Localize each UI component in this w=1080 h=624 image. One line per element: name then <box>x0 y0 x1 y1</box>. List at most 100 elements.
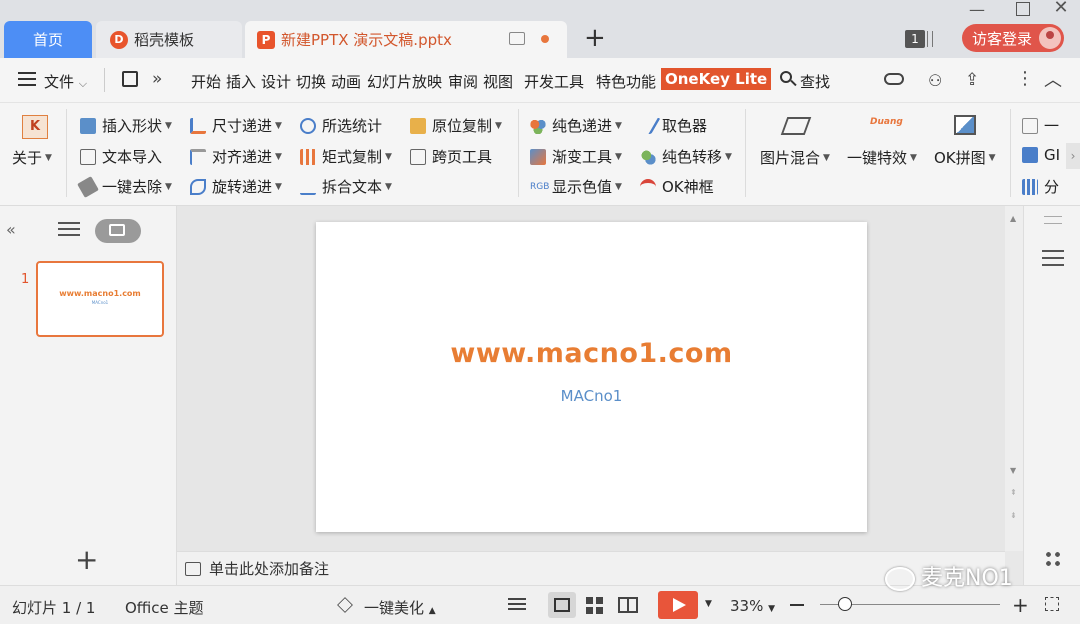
ok-collage-button[interactable]: OK拼图 ▼ <box>934 147 996 168</box>
onekey-logo-icon[interactable]: K <box>22 115 48 139</box>
current-slide[interactable]: www.macno1.com MACno1 <box>316 222 867 532</box>
normal-view-button[interactable] <box>548 592 576 618</box>
pure-color-step-button[interactable]: 纯色递进 ▼ <box>530 115 622 136</box>
editing-canvas: www.macno1.com MACno1 <box>177 206 1005 551</box>
slide-title[interactable]: www.macno1.com <box>316 338 867 369</box>
tab-document[interactable]: P 新建PPTX 演示文稿.pptx <box>245 21 567 58</box>
next-slide-icon[interactable]: ⇟ <box>1010 511 1017 520</box>
avatar <box>1039 27 1061 49</box>
partial-button-2[interactable]: GI <box>1022 146 1060 164</box>
one-key-effect-button[interactable]: 一键特效 ▼ <box>847 147 917 168</box>
hamburger-icon[interactable] <box>18 72 36 86</box>
note-icon <box>185 561 201 576</box>
notes-area[interactable]: 单击此处添加备注 <box>177 551 1005 585</box>
slide-subtitle[interactable]: MACno1 <box>316 387 867 405</box>
magnifier-icon <box>300 117 316 134</box>
zoom-in-icon[interactable]: + <box>1012 595 1029 615</box>
title-bar: 首页 D 稻壳模板 P 新建PPTX 演示文稿.pptx + — ✕ 1 访客登… <box>0 0 1080 58</box>
zoom-out-icon[interactable] <box>790 604 804 606</box>
copy-in-place-button[interactable]: 原位复制 ▼ <box>410 115 502 136</box>
scroll-down-icon[interactable]: ▼ <box>1010 466 1016 475</box>
wechat-icon <box>885 567 915 591</box>
menu-onekey-lite[interactable]: OneKey Lite <box>661 68 772 90</box>
thumbnail-title: www.macno1.com <box>59 289 141 298</box>
collapse-ribbon-icon[interactable]: ︿ <box>1044 66 1062 92</box>
menu-start[interactable]: 开始 <box>191 71 221 92</box>
one-key-remove-button[interactable]: 一键去除 ▼ <box>77 175 172 198</box>
gradient-tool-button[interactable]: 渐变工具 ▼ <box>530 146 622 167</box>
search-icon-handle <box>790 79 797 87</box>
menu-review[interactable]: 审阅 <box>448 71 478 92</box>
share-icon[interactable]: ⇪ <box>965 70 985 90</box>
search-label[interactable]: 查找 <box>800 71 830 92</box>
tab-document-label: 新建PPTX 演示文稿.pptx <box>281 31 452 49</box>
add-tab-button[interactable]: + <box>584 24 606 52</box>
guest-login-button[interactable]: 访客登录 <box>962 24 1064 52</box>
scroll-up-icon[interactable]: ▲ <box>1010 214 1016 223</box>
menu-transition[interactable]: 切换 <box>296 71 326 92</box>
tab-template[interactable]: D 稻壳模板 <box>96 21 242 58</box>
menu-slideshow[interactable]: 幻灯片放映 <box>367 71 442 92</box>
sorter-view-icon[interactable] <box>586 597 604 615</box>
tab-home[interactable]: 首页 <box>4 21 92 58</box>
insert-shape-button[interactable]: 插入形状 ▼ <box>80 115 172 136</box>
watermark: 麦克NO1 <box>885 560 1013 592</box>
selected-stats-button[interactable]: 所选统计 <box>300 115 382 136</box>
rotate-step-button[interactable]: 旋转递进 ▼ <box>190 176 282 197</box>
maximize-icon[interactable] <box>1016 2 1030 16</box>
add-slide-button[interactable]: + <box>75 546 98 574</box>
one-key-beautify-button[interactable]: 一键美化 ▲ <box>364 597 436 618</box>
minimize-icon[interactable]: — <box>962 2 992 18</box>
cross-page-button[interactable]: 跨页工具 <box>410 146 492 167</box>
thumbnail-view-toggle[interactable] <box>95 219 141 243</box>
zoom-slider-thumb[interactable] <box>837 597 852 611</box>
menu-animation[interactable]: 动画 <box>331 71 361 92</box>
monitor-icon[interactable] <box>509 32 525 45</box>
partial-button-3[interactable]: 分 <box>1022 176 1059 197</box>
collapse-panel-icon[interactable]: « <box>6 220 16 239</box>
play-slideshow-button[interactable] <box>658 591 698 619</box>
image-blend-button[interactable]: 图片混合 ▼ <box>760 147 830 168</box>
window-count-badge[interactable]: 1 <box>905 30 925 48</box>
slide-thumbnail[interactable]: www.macno1.com MACno1 <box>36 261 164 337</box>
reading-view-icon[interactable] <box>618 597 638 613</box>
save-icon[interactable] <box>122 71 138 87</box>
divider <box>104 68 105 92</box>
menu-developer[interactable]: 开发工具 <box>524 71 584 92</box>
menu-insert[interactable]: 插入 <box>226 71 256 92</box>
window-stack-icon <box>927 31 933 47</box>
color-picker-button[interactable]: 取色器 <box>635 115 707 136</box>
menu-special[interactable]: 特色功能 <box>596 71 656 92</box>
notes-view-icon[interactable] <box>508 598 526 612</box>
size-step-button[interactable]: 尺寸递进 ▼ <box>190 115 282 136</box>
pure-color-transfer-button[interactable]: 纯色转移 ▼ <box>640 146 732 167</box>
outline-view-icon[interactable] <box>58 222 80 238</box>
vertical-scrollbar[interactable]: ▲ ▼ ⇞ ⇟ <box>1005 206 1023 551</box>
zoom-level[interactable]: 33% ▼ <box>730 597 775 615</box>
align-step-button[interactable]: 对齐递进 ▼ <box>190 146 282 167</box>
matrix-copy-button[interactable]: 矩式复制 ▼ <box>300 146 392 167</box>
fit-window-icon[interactable] <box>1045 597 1059 611</box>
close-icon[interactable]: ✕ <box>1046 0 1076 17</box>
divider <box>1010 109 1011 197</box>
partial-button-1[interactable]: 一 <box>1022 115 1059 136</box>
split-text-button[interactable]: 拆合文本 ▼ <box>300 176 392 197</box>
cloud-icon[interactable] <box>884 73 904 85</box>
text-import-button[interactable]: 文本导入 <box>80 146 162 167</box>
menu-file[interactable]: 文件 ⌵ <box>44 71 87 92</box>
about-button[interactable]: 关于 ▼ <box>12 147 52 168</box>
menu-view[interactable]: 视图 <box>483 71 513 92</box>
more-vertical-icon[interactable]: ⋮ <box>1016 68 1034 89</box>
more-chevron-icon[interactable]: » <box>152 69 162 89</box>
divider <box>745 109 746 197</box>
add-user-icon[interactable]: ⚇ <box>928 71 946 90</box>
apps-grid-icon[interactable] <box>1044 550 1062 568</box>
theme-name[interactable]: Office 主题 <box>125 597 204 618</box>
prev-slide-icon[interactable]: ⇞ <box>1010 488 1017 497</box>
show-color-value-button[interactable]: RGB 显示色值 ▼ <box>530 176 622 197</box>
play-options-caret-icon[interactable]: ▼ <box>705 599 712 609</box>
properties-icon[interactable] <box>1042 250 1064 270</box>
menu-design[interactable]: 设计 <box>261 71 291 92</box>
ok-frame-button[interactable]: OK神框 <box>640 176 714 197</box>
ribbon-scroll-right-icon[interactable]: › <box>1066 143 1080 169</box>
